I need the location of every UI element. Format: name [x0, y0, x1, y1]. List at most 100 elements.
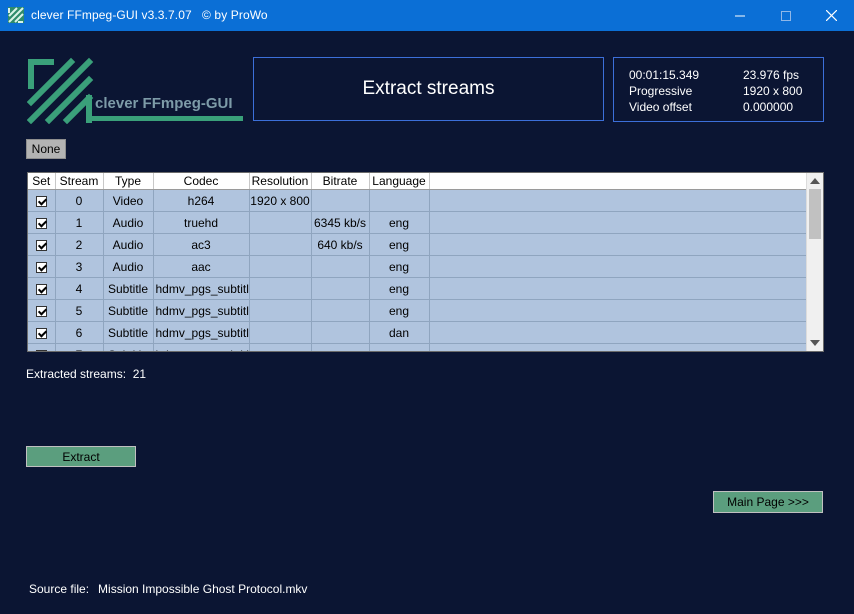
- title-bar[interactable]: clever FFmpeg-GUI v3.3.7.07 © by ProWo: [0, 0, 854, 31]
- type-cell: Video: [103, 189, 154, 212]
- streams-table[interactable]: Set Stream Type Codec Resolution Bitrate…: [27, 172, 824, 352]
- table-scrollbar[interactable]: [806, 173, 823, 351]
- bitrate-cell: [311, 343, 370, 351]
- filler-cell: [429, 299, 809, 322]
- set-checkbox[interactable]: [35, 349, 47, 351]
- set-cell[interactable]: [28, 233, 56, 256]
- filler-cell: [429, 255, 809, 278]
- language-cell: [369, 189, 430, 212]
- language-cell: [369, 343, 430, 351]
- codec-cell: hdmv_pgs_subtitle: [153, 321, 250, 344]
- scroll-up-icon[interactable]: [810, 178, 820, 184]
- stream-cell: 7: [55, 343, 104, 351]
- scroll-thumb[interactable]: [809, 189, 821, 239]
- set-checkbox[interactable]: [35, 261, 47, 273]
- window-title: clever FFmpeg-GUI v3.3.7.07 © by ProWo: [31, 8, 268, 22]
- set-cell[interactable]: [28, 211, 56, 234]
- codec-cell: aac: [153, 255, 250, 278]
- set-cell[interactable]: [28, 255, 56, 278]
- col-header-language[interactable]: Language: [369, 173, 430, 190]
- stream-cell: 6: [55, 321, 104, 344]
- col-header-resolution[interactable]: Resolution: [249, 173, 312, 190]
- resolution-value: 1920 x 800: [743, 84, 803, 98]
- resolution-cell: [249, 321, 312, 344]
- main-page-button[interactable]: Main Page >>>: [713, 491, 823, 513]
- duration-value: 00:01:15.349: [629, 68, 700, 82]
- col-header-codec[interactable]: Codec: [153, 173, 250, 190]
- language-cell: eng: [369, 211, 430, 234]
- extracted-label: Extracted streams:: [26, 367, 127, 381]
- set-checkbox[interactable]: [35, 305, 47, 317]
- set-checkbox[interactable]: [35, 327, 47, 339]
- set-checkbox[interactable]: [35, 195, 47, 207]
- filler-cell: [429, 277, 809, 300]
- minimize-icon: [735, 15, 745, 16]
- bitrate-cell: [311, 189, 370, 212]
- set-checkbox[interactable]: [35, 283, 47, 295]
- codec-cell: ac3: [153, 233, 250, 256]
- set-checkbox[interactable]: [35, 239, 47, 251]
- table-row[interactable]: 4 Subtitle hdmv_pgs_subtitle eng: [28, 277, 809, 300]
- col-header-set[interactable]: Set: [28, 173, 56, 190]
- close-button[interactable]: [808, 0, 854, 31]
- type-cell: Subtitle: [103, 343, 154, 351]
- resolution-cell: [249, 233, 312, 256]
- type-cell: Audio: [103, 255, 154, 278]
- scroll-down-icon[interactable]: [810, 340, 820, 346]
- bitrate-cell: 640 kb/s: [311, 233, 370, 256]
- source-file-value: Mission Impossible Ghost Protocol.mkv: [98, 582, 308, 596]
- app-logo: clever FFmpeg-GUI: [26, 56, 245, 125]
- language-cell: eng: [369, 299, 430, 322]
- set-cell[interactable]: [28, 189, 56, 212]
- bitrate-cell: [311, 299, 370, 322]
- table-row[interactable]: 3 Audio aac eng: [28, 255, 809, 278]
- resolution-cell: [249, 299, 312, 322]
- maximize-icon: [781, 10, 791, 21]
- stream-cell: 1: [55, 211, 104, 234]
- language-cell: dan: [369, 321, 430, 344]
- filler-cell: [429, 189, 809, 212]
- stream-cell: 5: [55, 299, 104, 322]
- language-cell: eng: [369, 255, 430, 278]
- bitrate-cell: [311, 255, 370, 278]
- table-row[interactable]: 0 Video h264 1920 x 800: [28, 189, 809, 212]
- video-offset-value: 0.000000: [743, 100, 794, 114]
- col-header-type[interactable]: Type: [103, 173, 154, 190]
- scan-row: Progressive 1920 x 800: [629, 84, 802, 98]
- extracted-count: 21: [132, 367, 147, 381]
- table-row[interactable]: 2 Audio ac3 640 kb/s eng: [28, 233, 809, 256]
- page-title-box: Extract streams: [253, 57, 604, 121]
- col-header-stream[interactable]: Stream: [55, 173, 104, 190]
- page-title: Extract streams: [362, 78, 495, 99]
- fps-value: 23.976 fps: [743, 68, 800, 82]
- type-cell: Subtitle: [103, 321, 154, 344]
- set-cell[interactable]: [28, 277, 56, 300]
- duration-row: 00:01:15.349 23.976 fps: [629, 68, 799, 82]
- bitrate-cell: [311, 277, 370, 300]
- col-header-bitrate[interactable]: Bitrate: [311, 173, 370, 190]
- table-row[interactable]: 7 Subtitle hdmv_pgs_subtitle: [28, 343, 809, 351]
- minimize-button[interactable]: [717, 0, 763, 31]
- bitrate-cell: 6345 kb/s: [311, 211, 370, 234]
- resolution-cell: [249, 211, 312, 234]
- language-cell: eng: [369, 233, 430, 256]
- set-cell[interactable]: [28, 299, 56, 322]
- table-row[interactable]: 5 Subtitle hdmv_pgs_subtitle eng: [28, 299, 809, 322]
- select-none-button[interactable]: None: [26, 139, 66, 159]
- codec-cell: hdmv_pgs_subtitle: [153, 277, 250, 300]
- codec-cell: truehd: [153, 211, 250, 234]
- table-row[interactable]: 1 Audio truehd 6345 kb/s eng: [28, 211, 809, 234]
- table-row[interactable]: 6 Subtitle hdmv_pgs_subtitle dan: [28, 321, 809, 344]
- extracted-status: Extracted streams: 21: [26, 367, 146, 381]
- set-checkbox[interactable]: [35, 217, 47, 229]
- source-file-label: Source file:: [29, 582, 90, 596]
- resolution-cell: 1920 x 800: [249, 189, 312, 212]
- stream-cell: 4: [55, 277, 104, 300]
- filler-cell: [429, 321, 809, 344]
- table-header-row: Set Stream Type Codec Resolution Bitrate…: [28, 173, 809, 190]
- set-cell[interactable]: [28, 343, 56, 351]
- extract-button[interactable]: Extract: [26, 446, 136, 467]
- set-cell[interactable]: [28, 321, 56, 344]
- filler-cell: [429, 233, 809, 256]
- maximize-button[interactable]: [763, 0, 809, 31]
